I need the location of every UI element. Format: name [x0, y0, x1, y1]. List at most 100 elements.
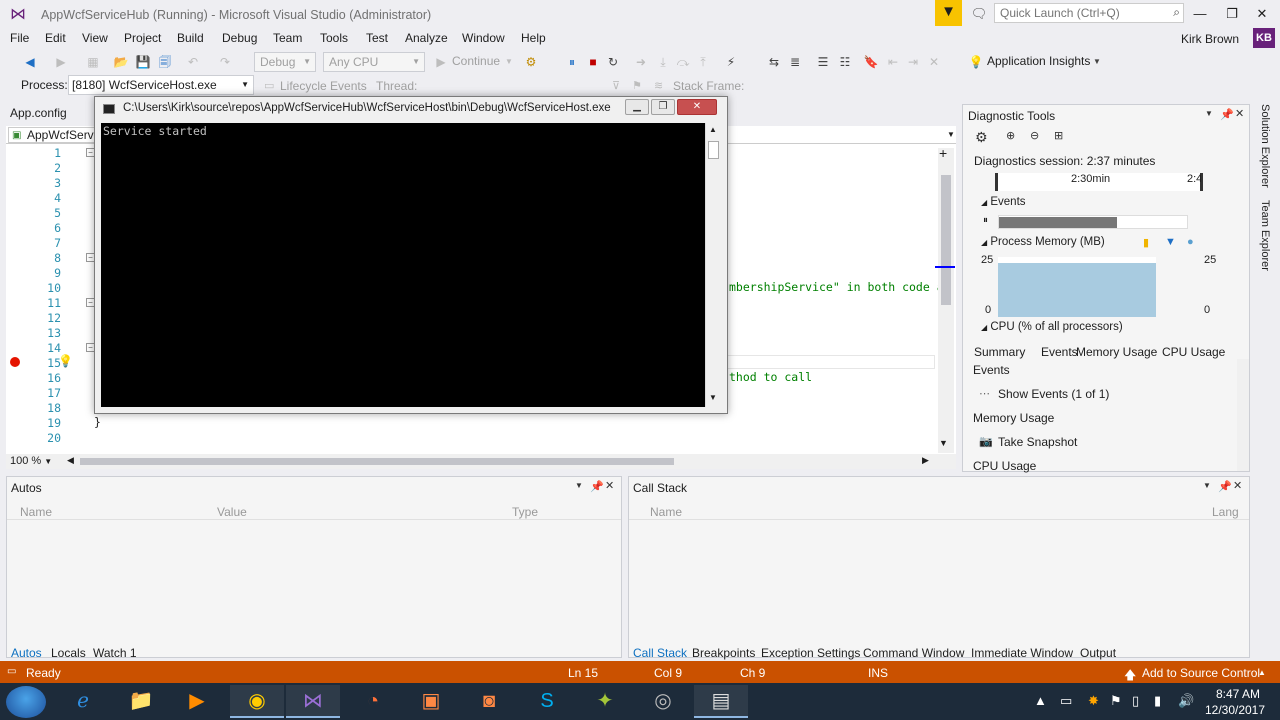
- scroll-up-icon[interactable]: ▲: [709, 125, 717, 134]
- column-value[interactable]: Value: [217, 505, 247, 519]
- zoom-in-icon[interactable]: ⊕: [1006, 129, 1015, 142]
- open-file-icon[interactable]: 📂: [112, 53, 130, 71]
- scroll-down-icon[interactable]: ▼: [939, 438, 948, 448]
- menu-view[interactable]: View: [82, 31, 108, 45]
- chevron-down-icon[interactable]: ▼: [1205, 109, 1213, 118]
- console-window[interactable]: C:\Users\Kirk\source\repos\AppWcfService…: [94, 96, 728, 414]
- tab-summary[interactable]: Summary: [974, 345, 1025, 359]
- tray-network-icon[interactable]: ⚑: [1110, 693, 1122, 709]
- console-output-area[interactable]: Service started: [101, 123, 705, 407]
- close-button[interactable]: ✕: [1248, 4, 1276, 24]
- minimize-button[interactable]: —: [1186, 4, 1214, 24]
- continue-dropdown-icon[interactable]: ▼: [500, 53, 518, 71]
- visual-studio-icon[interactable]: ⋈: [286, 685, 340, 718]
- events-graph-label[interactable]: ◢ Events: [981, 196, 1026, 208]
- cpu-graph-label[interactable]: ◢ CPU (% of all processors): [981, 321, 1123, 333]
- chevron-down-icon[interactable]: ▼: [947, 130, 955, 139]
- menu-team[interactable]: Team: [273, 31, 302, 45]
- save-all-icon[interactable]: 🗐: [156, 53, 174, 71]
- tray-expand-icon[interactable]: ▲: [1034, 693, 1047, 708]
- chevron-up-icon[interactable]: ▲: [1258, 668, 1266, 677]
- start-button[interactable]: [6, 686, 46, 718]
- zoom-level[interactable]: 100 % ▼: [10, 455, 52, 467]
- filter-icon[interactable]: ⊽: [612, 79, 620, 92]
- pin-icon[interactable]: 📌: [590, 480, 604, 493]
- continue-icon[interactable]: ▶: [432, 53, 450, 71]
- media-player-icon[interactable]: ▶: [170, 685, 224, 718]
- column-name[interactable]: Name: [650, 505, 682, 519]
- autos-grid[interactable]: [7, 519, 621, 635]
- tab-solution-explorer[interactable]: Solution Explorer: [1257, 104, 1271, 188]
- scroll-right-icon[interactable]: ▶: [922, 455, 929, 466]
- tab-command-window[interactable]: Command Window: [863, 646, 964, 660]
- chrome-icon[interactable]: ◉: [230, 685, 284, 718]
- editor-scroll-thumb[interactable]: [941, 175, 951, 305]
- chevron-down-icon[interactable]: ▼: [1088, 53, 1106, 71]
- firefox-icon[interactable]: ◔: [346, 685, 400, 718]
- tab-team-explorer[interactable]: Team Explorer: [1257, 200, 1271, 271]
- menu-tools[interactable]: Tools: [320, 31, 348, 45]
- menu-edit[interactable]: Edit: [45, 31, 66, 45]
- settings-gear-icon[interactable]: ⚙: [975, 129, 988, 146]
- close-icon[interactable]: ✕: [1233, 479, 1242, 492]
- tray-volume-icon[interactable]: 🔊: [1178, 693, 1194, 709]
- menu-debug[interactable]: Debug: [222, 31, 257, 45]
- navigate-forward-icon[interactable]: ▶: [52, 53, 70, 71]
- console-taskbar-icon[interactable]: ▤: [694, 685, 748, 718]
- attach-icon[interactable]: ⚙: [522, 53, 540, 71]
- notifications-filter-icon[interactable]: ▼: [935, 0, 962, 26]
- console-scrollbar[interactable]: ▲ ▼: [705, 123, 721, 407]
- redo-icon[interactable]: ↷: [216, 53, 234, 71]
- memory-chart[interactable]: [998, 257, 1156, 317]
- maximize-button[interactable]: ❐: [1218, 4, 1246, 24]
- tab-call-stack[interactable]: Call Stack: [633, 646, 687, 660]
- call-stack-grid[interactable]: [629, 519, 1249, 635]
- format-document-icon[interactable]: ≣: [786, 53, 804, 71]
- scroll-down-icon[interactable]: ▼: [709, 393, 717, 402]
- console-minimize-button[interactable]: ▁: [625, 99, 649, 115]
- tab-app-config[interactable]: App.config: [10, 106, 67, 120]
- lifecycle-events-combo[interactable]: Lifecycle Events: [280, 79, 367, 93]
- pin-icon[interactable]: 📌: [1220, 108, 1234, 121]
- file-explorer-icon[interactable]: 📁: [114, 685, 168, 718]
- quick-launch-box[interactable]: ⌕: [994, 3, 1184, 23]
- column-type[interactable]: Type: [512, 505, 538, 519]
- show-events-link[interactable]: Show Events (1 of 1): [998, 387, 1109, 401]
- console-restore-button[interactable]: ❐: [651, 99, 675, 115]
- menu-build[interactable]: Build: [177, 31, 204, 45]
- new-project-icon[interactable]: ▦: [84, 53, 102, 71]
- tab-autos[interactable]: Autos: [11, 646, 42, 660]
- skype-icon[interactable]: S: [520, 685, 574, 718]
- console-scroll-thumb[interactable]: [708, 141, 719, 159]
- feedback-icon[interactable]: 🗨: [969, 5, 989, 23]
- pin-icon[interactable]: 📌: [1218, 480, 1232, 493]
- process-combo[interactable]: [8180] WcfServiceHost.exe ▼: [68, 75, 254, 95]
- menu-help[interactable]: Help: [521, 31, 546, 45]
- chevron-down-icon[interactable]: ▼: [1203, 481, 1211, 490]
- toggle-breakpoint-icon[interactable]: ⇆: [765, 53, 783, 71]
- disc-icon[interactable]: ◎: [636, 685, 690, 718]
- next-bookmark-icon[interactable]: ⇥: [904, 53, 922, 71]
- comment-icon[interactable]: ☰: [814, 53, 832, 71]
- step-out-icon[interactable]: ⤒: [694, 53, 712, 71]
- step-into-icon[interactable]: ⤓: [654, 53, 672, 71]
- console-close-button[interactable]: ✕: [677, 99, 717, 115]
- app-icon[interactable]: ▣: [404, 685, 458, 718]
- menu-file[interactable]: File: [10, 31, 29, 45]
- tab-memory-usage[interactable]: Memory Usage: [1076, 345, 1157, 359]
- clock-time[interactable]: 8:47 AM: [1208, 687, 1268, 701]
- show-next-statement-icon[interactable]: ➜: [632, 53, 650, 71]
- step-over-icon[interactable]: ⤼: [674, 53, 692, 71]
- android-studio-icon[interactable]: ✦: [578, 685, 632, 718]
- uncomment-icon[interactable]: ☷: [836, 53, 854, 71]
- tab-watch-1[interactable]: Watch 1: [93, 646, 137, 660]
- tray-power-icon[interactable]: ▯: [1132, 693, 1139, 709]
- navigate-back-icon[interactable]: ◀: [21, 53, 39, 71]
- solution-platform-combo[interactable]: Any CPU ▼: [323, 52, 425, 72]
- screen-recorder-icon[interactable]: ◙: [462, 685, 516, 718]
- bookmark-icon[interactable]: 🔖: [862, 53, 880, 71]
- lightbulb-icon[interactable]: 💡: [58, 354, 73, 368]
- break-all-icon[interactable]: ⏸: [563, 53, 581, 71]
- add-to-source-control-button[interactable]: Add to Source Control: [1142, 666, 1260, 680]
- flag-thread-icon[interactable]: ⚑: [632, 79, 642, 92]
